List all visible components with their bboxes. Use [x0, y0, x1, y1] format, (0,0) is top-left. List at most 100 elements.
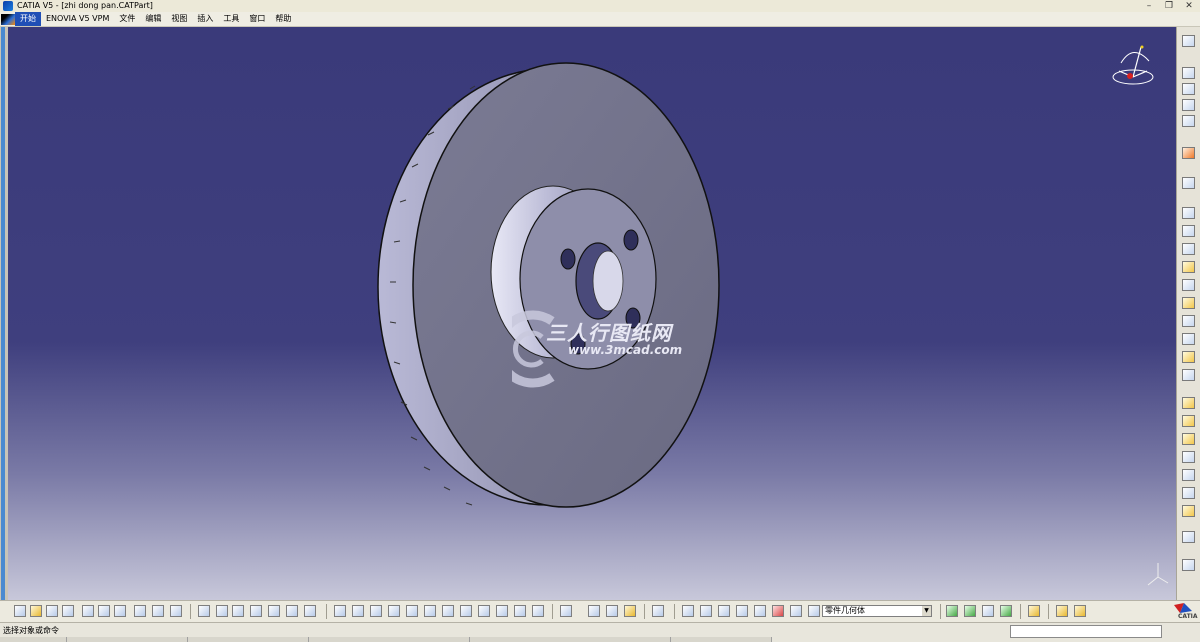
open-icon[interactable]	[30, 605, 42, 617]
rib-icon[interactable]	[1182, 297, 1195, 309]
task-slot[interactable]	[671, 637, 772, 642]
pattern-icon[interactable]	[1182, 531, 1195, 543]
groove-icon[interactable]	[1182, 261, 1195, 273]
properties-icon[interactable]	[1028, 605, 1040, 617]
inertia-icon[interactable]	[772, 605, 784, 617]
scan-icon[interactable]	[790, 605, 802, 617]
geometry-set-icon[interactable]	[606, 605, 618, 617]
swap-space-icon[interactable]	[532, 605, 544, 617]
graph-icon[interactable]	[268, 605, 280, 617]
undo-icon[interactable]	[134, 605, 146, 617]
select-arrow-icon[interactable]	[1182, 147, 1195, 159]
copy-icon[interactable]	[98, 605, 110, 617]
redo-icon[interactable]	[152, 605, 164, 617]
library-icon[interactable]	[286, 605, 298, 617]
paste-icon[interactable]	[114, 605, 126, 617]
tree-scroll-strip[interactable]	[1, 27, 5, 600]
annotation-icon[interactable]	[1074, 605, 1086, 617]
pan-icon[interactable]	[370, 605, 382, 617]
rotate-icon[interactable]	[388, 605, 400, 617]
task-slot[interactable]	[188, 637, 309, 642]
whats-this-icon[interactable]	[170, 605, 182, 617]
zoom-out-icon[interactable]	[424, 605, 436, 617]
slot-icon[interactable]	[1182, 315, 1195, 327]
normal-view-icon[interactable]	[442, 605, 454, 617]
shaft-icon[interactable]	[1182, 243, 1195, 255]
menu-view[interactable]: 视图	[166, 12, 192, 26]
body-icon[interactable]	[588, 605, 600, 617]
menu-file[interactable]: 文件	[114, 12, 140, 26]
analysis-icon[interactable]	[982, 605, 994, 617]
apply-material-icon[interactable]	[1000, 605, 1012, 617]
task-slot[interactable]	[67, 637, 188, 642]
hole-icon[interactable]	[1182, 279, 1195, 291]
menu-window[interactable]: 窗口	[244, 12, 270, 26]
sketch-icon[interactable]	[1182, 177, 1195, 189]
fit-all-icon[interactable]	[352, 605, 364, 617]
remove-loft-icon[interactable]	[1182, 369, 1195, 381]
table-icon[interactable]	[250, 605, 262, 617]
measure-icon[interactable]	[1182, 559, 1195, 571]
fly-mode-icon[interactable]	[334, 605, 346, 617]
menu-help[interactable]: 帮助	[270, 12, 296, 26]
new-icon[interactable]	[14, 605, 26, 617]
chevron-down-icon[interactable]: ▼	[922, 606, 931, 616]
minimize-icon[interactable]: –	[1144, 1, 1154, 12]
sketcher-icon[interactable]	[1182, 35, 1195, 47]
catalog-icon[interactable]	[304, 605, 316, 617]
chamfer-icon[interactable]	[1182, 415, 1195, 427]
multi-view-icon[interactable]	[460, 605, 472, 617]
split-icon[interactable]	[1182, 505, 1195, 517]
zoom-in-icon[interactable]	[406, 605, 418, 617]
close-icon[interactable]: ✕	[1184, 1, 1194, 12]
render-icon[interactable]	[946, 605, 958, 617]
task-slot[interactable]	[0, 637, 67, 642]
restore-icon[interactable]: ❐	[1164, 1, 1174, 12]
task-slot[interactable]	[309, 637, 470, 642]
hide-show-icon[interactable]	[514, 605, 526, 617]
plane-icon[interactable]	[652, 605, 664, 617]
task-slot[interactable]	[470, 637, 671, 642]
define-work-object-icon[interactable]	[808, 605, 820, 617]
knowledge-icon[interactable]	[216, 605, 228, 617]
menu-tools[interactable]: 工具	[218, 12, 244, 26]
line-icon[interactable]	[700, 605, 712, 617]
measure-between-icon[interactable]	[736, 605, 748, 617]
menu-enovia[interactable]: ENOVIA V5 VPM	[41, 12, 114, 26]
pocket-icon[interactable]	[1182, 225, 1195, 237]
tool-1-icon[interactable]	[1182, 67, 1195, 79]
tool-3-icon[interactable]	[1182, 99, 1195, 111]
point-icon[interactable]	[682, 605, 694, 617]
material-icon[interactable]	[964, 605, 976, 617]
draft-icon[interactable]	[1182, 433, 1195, 445]
parameter-icon[interactable]	[232, 605, 244, 617]
print-icon[interactable]	[62, 605, 74, 617]
pad-icon[interactable]	[1182, 207, 1195, 219]
iso-view-icon[interactable]	[478, 605, 490, 617]
publish-icon[interactable]	[1056, 605, 1068, 617]
update-icon[interactable]	[560, 605, 572, 617]
menu-insert[interactable]: 插入	[192, 12, 218, 26]
formula-icon[interactable]	[198, 605, 210, 617]
toolbar-separator	[1048, 604, 1049, 619]
catia-menu-logo-icon[interactable]	[1, 13, 15, 25]
shading-icon[interactable]	[496, 605, 508, 617]
stiffener-icon[interactable]	[1182, 333, 1195, 345]
3d-viewport[interactable]: 三人行图纸网 www.3mcad.com	[8, 27, 1176, 600]
thread-icon[interactable]	[1182, 487, 1195, 499]
axis-system-icon[interactable]	[718, 605, 730, 617]
bottle-icon[interactable]	[624, 605, 636, 617]
save-icon[interactable]	[46, 605, 58, 617]
cut-icon[interactable]	[82, 605, 94, 617]
fillet-icon[interactable]	[1182, 397, 1195, 409]
geometry-set-select[interactable]: 零件几何体 ▼	[822, 605, 932, 617]
compass-icon[interactable]	[1112, 45, 1154, 85]
measure-item-icon[interactable]	[754, 605, 766, 617]
menu-start[interactable]: 开始	[15, 12, 41, 26]
shell-icon[interactable]	[1182, 451, 1195, 463]
loft-icon[interactable]	[1182, 351, 1195, 363]
tool-2-icon[interactable]	[1182, 83, 1195, 95]
thickness-icon[interactable]	[1182, 469, 1195, 481]
menu-edit[interactable]: 编辑	[140, 12, 166, 26]
tool-4-icon[interactable]	[1182, 115, 1195, 127]
